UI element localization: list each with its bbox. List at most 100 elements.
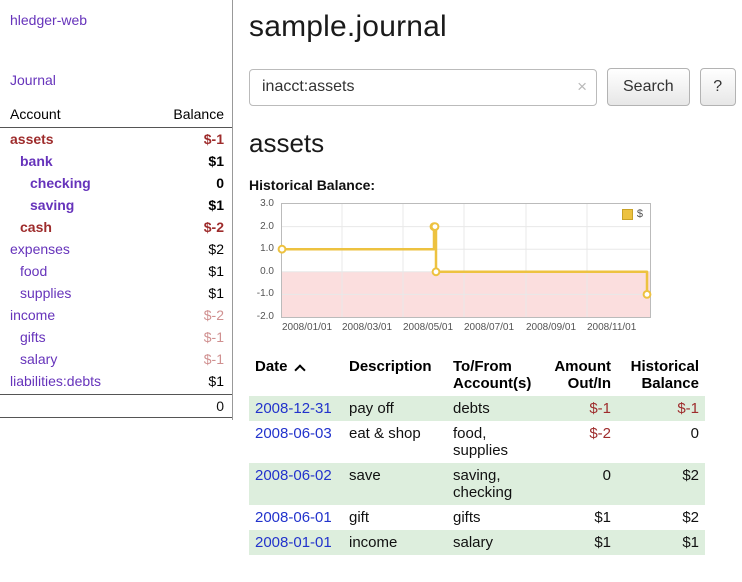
transaction-date-link[interactable]: 2008-06-03 [255,425,332,442]
transaction-description: income [343,530,447,555]
transaction-date-link[interactable]: 2008-01-01 [255,534,332,551]
legend-label: $ [637,208,643,220]
main-content: sample.journal × Search ? assets Histori… [233,0,742,555]
account-row: food $1 [0,260,232,282]
transaction-date-link[interactable]: 2008-06-01 [255,509,332,526]
account-balance: $2 [208,241,224,257]
transaction-description: gift [343,505,447,530]
y-axis-tick-label: -1.0 [257,288,274,299]
header-accounts: To/From Account(s) [447,354,543,396]
register-table: Date Description To/From Account(s) Amou… [249,354,705,555]
x-axis-tick-label: 2008/05/01 [403,322,455,333]
account-balance: $-2 [204,307,224,323]
header-amount: Amount Out/In [543,354,617,396]
account-balance: 0 [216,175,224,191]
help-button[interactable]: ? [700,68,736,106]
account-balance: $-2 [204,219,224,235]
transaction-row: 2008-06-01 gift gifts $1 $2 [249,505,705,530]
transaction-row: 2008-12-31 pay off debts $-1 $-1 [249,396,705,421]
account-balance: $1 [208,263,224,279]
search-button[interactable]: Search [607,68,690,106]
search-bar: × Search ? [249,68,742,106]
account-link-food[interactable]: food [0,263,47,279]
account-link-assets[interactable]: assets [0,131,54,147]
transaction-amount: $1 [543,530,617,555]
account-link-expenses[interactable]: expenses [0,241,70,257]
transaction-balance: $1 [617,530,705,555]
chart-y-axis: 3.02.01.00.0-1.0-2.0 [249,203,277,316]
transaction-date-link[interactable]: 2008-06-02 [255,467,332,484]
account-balance: $1 [208,373,224,389]
transaction-row: 2008-06-03 eat & shop food, supplies $-2… [249,421,705,463]
y-axis-tick-label: -2.0 [257,311,274,322]
account-link-cash[interactable]: cash [0,219,52,235]
search-input[interactable] [249,69,597,106]
account-row: saving $1 [0,194,232,216]
transaction-balance: $2 [617,505,705,530]
account-row: checking 0 [0,172,232,194]
app-window: hledger-web Journal Account Balance asse… [0,0,742,555]
account-link-salary[interactable]: salary [0,351,57,367]
account-row: cash $-2 [0,216,232,238]
chart-legend: $ [619,207,646,221]
account-link-saving[interactable]: saving [0,197,74,213]
chart-title: Historical Balance: [249,177,742,193]
account-link-supplies[interactable]: supplies [0,285,71,301]
transaction-accounts: food, supplies [447,421,543,463]
account-link-income[interactable]: income [0,307,55,323]
transaction-date-link[interactable]: 2008-12-31 [255,400,332,417]
transaction-amount: 0 [543,463,617,505]
transaction-description: save [343,463,447,505]
balance-column-label: Balance [173,106,224,122]
historical-balance-chart: 3.02.01.00.0-1.0-2.0 $ 2008/01/012008/03… [249,203,742,318]
transaction-accounts: saving, checking [447,463,543,505]
account-row: salary $-1 [0,348,232,370]
account-balance: $1 [208,153,224,169]
brand-link[interactable]: hledger-web [10,12,232,28]
x-axis-tick-label: 2008/11/01 [587,322,639,333]
account-row: gifts $-1 [0,326,232,348]
nav-journal-link[interactable]: Journal [10,72,232,88]
account-balance: $-1 [204,351,224,367]
header-date-label: Date [255,358,288,375]
transaction-amount: $1 [543,505,617,530]
header-balance: Historical Balance [617,354,705,396]
account-link-liabilities-debts[interactable]: liabilities:debts [0,373,101,389]
legend-swatch-icon [622,209,633,220]
transaction-row: 2008-01-01 income salary $1 $1 [249,530,705,555]
account-link-checking[interactable]: checking [0,175,91,191]
header-date[interactable]: Date [249,354,343,396]
x-axis-tick-label: 2008/03/01 [342,322,394,333]
accounts-total: 0 [0,394,232,418]
transaction-description: eat & shop [343,421,447,463]
y-axis-tick-label: 1.0 [260,243,274,254]
transaction-amount: $-2 [543,421,617,463]
x-axis-tick-label: 2008/07/01 [464,322,516,333]
x-axis-tick-label: 2008/01/01 [282,322,334,333]
account-balance: $-1 [204,329,224,345]
account-row: income $-2 [0,304,232,326]
transaction-balance: $-1 [617,396,705,421]
x-axis-tick-label: 2008/09/01 [526,322,578,333]
y-axis-tick-label: 0.0 [260,266,274,277]
account-link-gifts[interactable]: gifts [0,329,46,345]
account-row: expenses $2 [0,238,232,260]
sort-ascending-icon [294,364,305,375]
account-heading: assets [249,128,742,159]
chart-plot-area: $ 2008/01/012008/03/012008/05/012008/07/… [281,203,651,318]
journal-title: sample.journal [249,10,742,44]
y-axis-tick-label: 2.0 [260,221,274,232]
chart-x-axis: 2008/01/01 2008/03/01 2008/05/01 2008/07/01… [282,322,650,336]
transaction-row: 2008-06-02 save saving, checking 0 $2 [249,463,705,505]
transaction-balance: $2 [617,463,705,505]
transaction-balance: 0 [617,421,705,463]
header-description: Description [343,354,447,396]
account-row: supplies $1 [0,282,232,304]
clear-search-icon[interactable]: × [577,77,587,97]
sidebar: hledger-web Journal Account Balance asse… [0,0,233,420]
account-column-label: Account [10,106,61,122]
account-link-bank[interactable]: bank [0,153,53,169]
account-row: liabilities:debts $1 [0,370,232,392]
transaction-amount: $-1 [543,396,617,421]
register-header-row: Date Description To/From Account(s) Amou… [249,354,705,396]
